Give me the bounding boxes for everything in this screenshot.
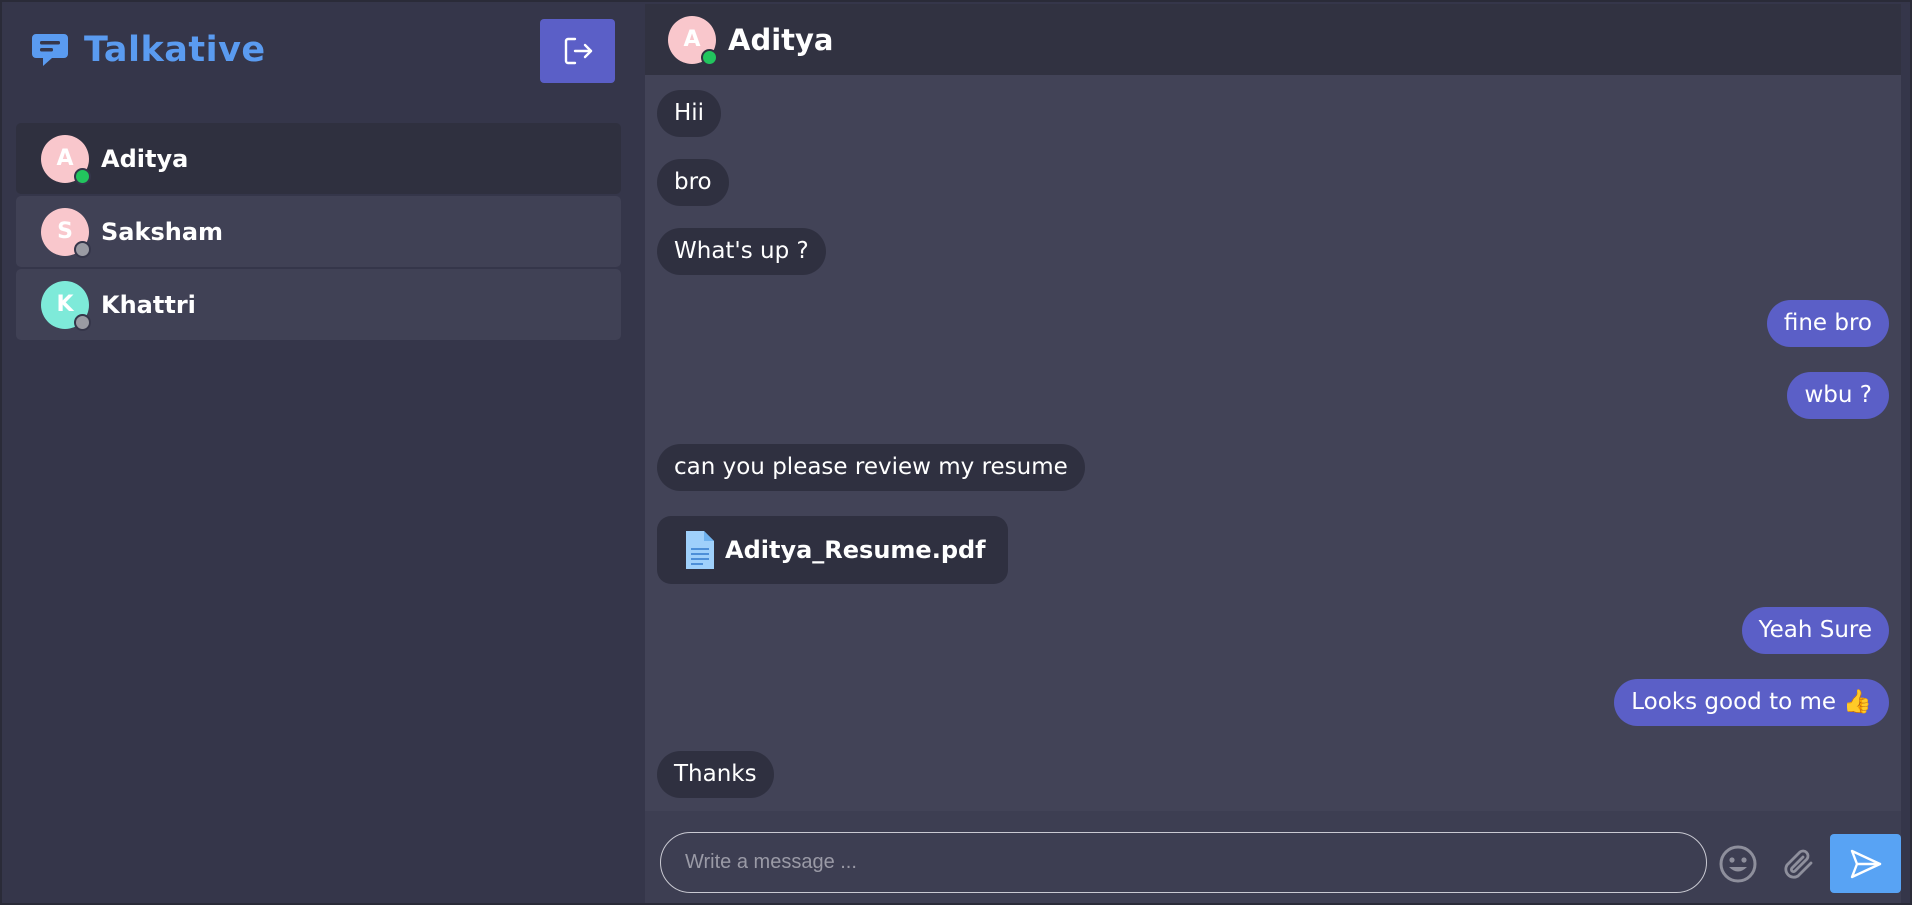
brand-name: Talkative bbox=[84, 30, 266, 70]
contact-name: Saksham bbox=[101, 217, 224, 246]
file-name: Aditya_Resume.pdf bbox=[725, 536, 986, 564]
app-window: Talkative A Aditya S Saksham K Khattri A… bbox=[0, 0, 1912, 905]
contact-list: A Aditya S Saksham K Khattri bbox=[16, 123, 621, 340]
sidebar: Talkative A Aditya S Saksham K Khattri bbox=[2, 2, 643, 903]
brand: Talkative bbox=[30, 24, 266, 76]
message-outgoing: Looks good to me 👍 bbox=[1614, 679, 1889, 726]
message-incoming: bro bbox=[657, 159, 729, 206]
avatar-initial: A bbox=[683, 27, 701, 52]
avatar: K bbox=[41, 280, 91, 331]
online-status-dot bbox=[701, 48, 718, 66]
contact-name: Khattri bbox=[101, 290, 196, 319]
message-incoming: can you please review my resume bbox=[657, 444, 1085, 491]
contact-item-saksham[interactable]: S Saksham bbox=[16, 196, 621, 267]
avatar: A bbox=[668, 15, 718, 66]
message-input[interactable] bbox=[660, 832, 1707, 893]
message-outgoing: fine bro bbox=[1766, 300, 1889, 347]
offline-status-dot bbox=[74, 313, 91, 331]
message-incoming: Thanks bbox=[657, 751, 774, 798]
avatar-initial: A bbox=[56, 146, 74, 171]
send-icon bbox=[1850, 849, 1881, 878]
logout-button[interactable] bbox=[540, 19, 615, 83]
avatar: A bbox=[41, 134, 91, 185]
chat-panel: A Aditya Hii bro What's up ? fine bro wb… bbox=[645, 4, 1901, 903]
contact-name: Aditya bbox=[101, 144, 189, 173]
offline-status-dot bbox=[74, 240, 91, 258]
message-incoming: What's up ? bbox=[657, 228, 826, 275]
emoji-icon[interactable] bbox=[1718, 844, 1758, 884]
contact-item-aditya[interactable]: A Aditya bbox=[16, 123, 621, 194]
contact-item-khattri[interactable]: K Khattri bbox=[16, 269, 621, 340]
file-attachment-message[interactable]: Aditya_Resume.pdf bbox=[657, 516, 1008, 584]
chat-title: Aditya bbox=[728, 22, 834, 57]
message-outgoing: wbu ? bbox=[1787, 372, 1889, 419]
message-incoming: Hii bbox=[657, 90, 722, 137]
chat-bubble-icon bbox=[32, 34, 68, 66]
chat-header: A Aditya bbox=[645, 4, 1901, 75]
message-outgoing: Yeah Sure bbox=[1741, 607, 1889, 654]
avatar-initial: S bbox=[57, 219, 73, 244]
send-button[interactable] bbox=[1830, 834, 1901, 893]
logout-icon bbox=[564, 37, 592, 65]
avatar-initial: K bbox=[56, 292, 74, 317]
online-status-dot bbox=[74, 167, 91, 185]
avatar: S bbox=[41, 207, 91, 258]
message-list: Hii bro What's up ? fine bro wbu ? can y… bbox=[645, 75, 1901, 811]
paperclip-icon[interactable] bbox=[1779, 844, 1819, 884]
message-composer bbox=[645, 811, 1901, 903]
document-icon bbox=[686, 531, 714, 569]
